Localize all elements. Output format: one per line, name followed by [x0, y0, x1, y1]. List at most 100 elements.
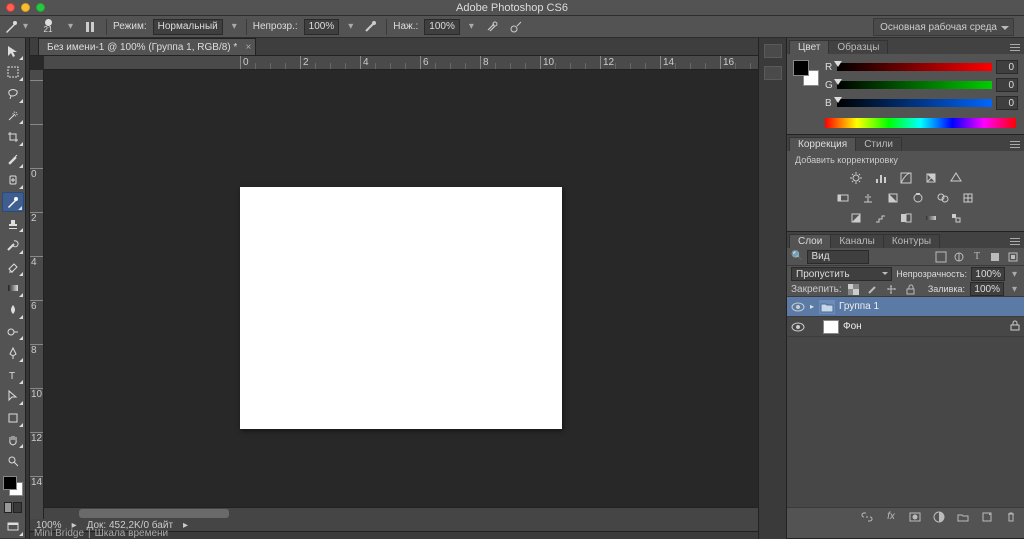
workspace-switcher[interactable]: Основная рабочая среда [873, 18, 1014, 36]
lock-icon[interactable] [1010, 320, 1020, 334]
new-fill-adj-icon[interactable] [932, 510, 946, 524]
new-group-icon[interactable] [956, 510, 970, 524]
healing-tool[interactable] [2, 171, 24, 191]
brightness-icon[interactable] [848, 171, 864, 185]
chevron-down-icon[interactable]: ▾ [65, 19, 76, 35]
opacity-field[interactable]: 100% [304, 19, 340, 35]
vertical-ruler[interactable]: 0246810121416 [30, 70, 44, 539]
chevron-down-icon[interactable]: ▾ [466, 19, 477, 35]
quick-mask-toggle[interactable] [4, 502, 22, 514]
green-slider[interactable] [837, 81, 992, 89]
visibility-toggle-icon[interactable] [791, 300, 805, 314]
canvas-page[interactable] [240, 187, 562, 429]
foreground-color-swatch[interactable] [3, 476, 17, 490]
tab-layers[interactable]: Слои [789, 234, 831, 248]
move-tool[interactable] [2, 41, 24, 61]
screen-mode-button[interactable] [2, 517, 24, 537]
photo-filter-icon[interactable] [910, 191, 926, 205]
brush-tool[interactable] [2, 192, 24, 212]
disclose-chevron-icon[interactable]: ▸ [809, 302, 815, 311]
trash-icon[interactable] [1004, 510, 1018, 524]
current-tool-indicator[interactable]: ▾ [4, 19, 31, 35]
channel-mixer-icon[interactable] [935, 191, 951, 205]
tab-mini-bridge[interactable]: Mini Bridge [34, 528, 84, 539]
tab-adjustments[interactable]: Коррекция [789, 137, 856, 151]
horizontal-scrollbar[interactable] [44, 507, 758, 519]
filter-adjust-icon[interactable] [952, 250, 966, 264]
zoom-tool[interactable] [2, 451, 24, 471]
layer-name[interactable]: Фон [843, 321, 862, 332]
collapsed-dock[interactable] [758, 38, 786, 539]
layer-opacity-field[interactable]: 100% [971, 267, 1005, 281]
filter-shape-icon[interactable] [988, 250, 1002, 264]
lock-all-icon[interactable] [904, 282, 918, 296]
type-tool[interactable]: T [2, 365, 24, 385]
layer-name[interactable]: Группа 1 [839, 301, 879, 312]
horizontal-ruler[interactable]: 024681012141618202224 [44, 56, 758, 70]
close-tab-icon[interactable]: × [245, 42, 251, 53]
filter-pixel-icon[interactable] [934, 250, 948, 264]
mask-icon[interactable] [908, 510, 922, 524]
vibrance-icon[interactable] [948, 171, 964, 185]
dodge-tool[interactable] [2, 322, 24, 342]
hand-tool[interactable] [2, 430, 24, 450]
spectrum-ramp[interactable] [825, 118, 1016, 128]
blend-mode-select[interactable]: Пропустить [791, 267, 892, 281]
filter-smart-icon[interactable] [1006, 250, 1020, 264]
blue-slider[interactable] [837, 99, 992, 107]
red-slider[interactable] [837, 63, 992, 71]
selective-color-icon[interactable] [948, 211, 964, 225]
gradient-tool[interactable] [2, 279, 24, 299]
color-swatches[interactable] [3, 476, 23, 496]
collapsed-panel-icon[interactable] [764, 66, 782, 80]
chevron-down-icon[interactable]: ▾ [1009, 266, 1020, 282]
invert-icon[interactable] [848, 211, 864, 225]
blue-value-field[interactable]: 0 [996, 96, 1018, 110]
canvas-viewport[interactable] [44, 70, 758, 539]
chevron-down-icon[interactable]: ▾ [229, 19, 240, 35]
color-balance-icon[interactable] [860, 191, 876, 205]
filter-type-icon[interactable]: T [970, 250, 984, 264]
eraser-tool[interactable] [2, 257, 24, 277]
layer-row[interactable]: Фон [787, 317, 1024, 337]
info-chevron-icon[interactable]: ▸ [183, 520, 188, 531]
quick-select-tool[interactable] [2, 106, 24, 126]
panel-menu-icon[interactable] [1008, 40, 1022, 54]
path-select-tool[interactable] [2, 387, 24, 407]
search-icon[interactable]: 🔍 [791, 251, 803, 262]
lasso-tool[interactable] [2, 84, 24, 104]
slider-handle-icon[interactable] [834, 97, 842, 107]
layer-filter-select[interactable]: Вид [807, 250, 869, 264]
lock-pixels-icon[interactable] [866, 282, 880, 296]
marquee-tool[interactable] [2, 63, 24, 83]
new-layer-icon[interactable] [980, 510, 994, 524]
fg-swatch[interactable] [793, 60, 809, 76]
pressure-opacity-icon[interactable] [362, 18, 380, 36]
gradient-map-icon[interactable] [923, 211, 939, 225]
brush-preset-picker[interactable]: 21 [37, 18, 59, 36]
posterize-icon[interactable] [873, 211, 889, 225]
blur-tool[interactable] [2, 300, 24, 320]
exposure-icon[interactable] [923, 171, 939, 185]
tab-channels[interactable]: Каналы [830, 234, 884, 248]
flow-field[interactable]: 100% [424, 19, 460, 35]
layers-list[interactable]: ▸ Группа 1 Фон [787, 297, 1024, 507]
green-value-field[interactable]: 0 [996, 78, 1018, 92]
layer-row[interactable]: ▸ Группа 1 [787, 297, 1024, 317]
eyedropper-tool[interactable] [2, 149, 24, 169]
tab-styles[interactable]: Стили [855, 137, 902, 151]
chevron-down-icon[interactable]: ▾ [1009, 281, 1020, 297]
hue-sat-icon[interactable] [835, 191, 851, 205]
blend-mode-select[interactable]: Нормальный [153, 19, 223, 35]
layer-thumbnail[interactable] [823, 320, 839, 334]
layer-fill-field[interactable]: 100% [970, 282, 1004, 296]
panel-color-swatches[interactable] [793, 60, 819, 86]
slider-handle-icon[interactable] [834, 79, 842, 89]
threshold-icon[interactable] [898, 211, 914, 225]
tab-paths[interactable]: Контуры [883, 234, 940, 248]
lock-transparency-icon[interactable] [847, 282, 861, 296]
chevron-down-icon[interactable]: ▾ [345, 19, 356, 35]
panel-menu-icon[interactable] [1008, 234, 1022, 248]
visibility-toggle-icon[interactable] [791, 320, 805, 334]
tab-timeline[interactable]: Шкала времени [95, 528, 168, 539]
